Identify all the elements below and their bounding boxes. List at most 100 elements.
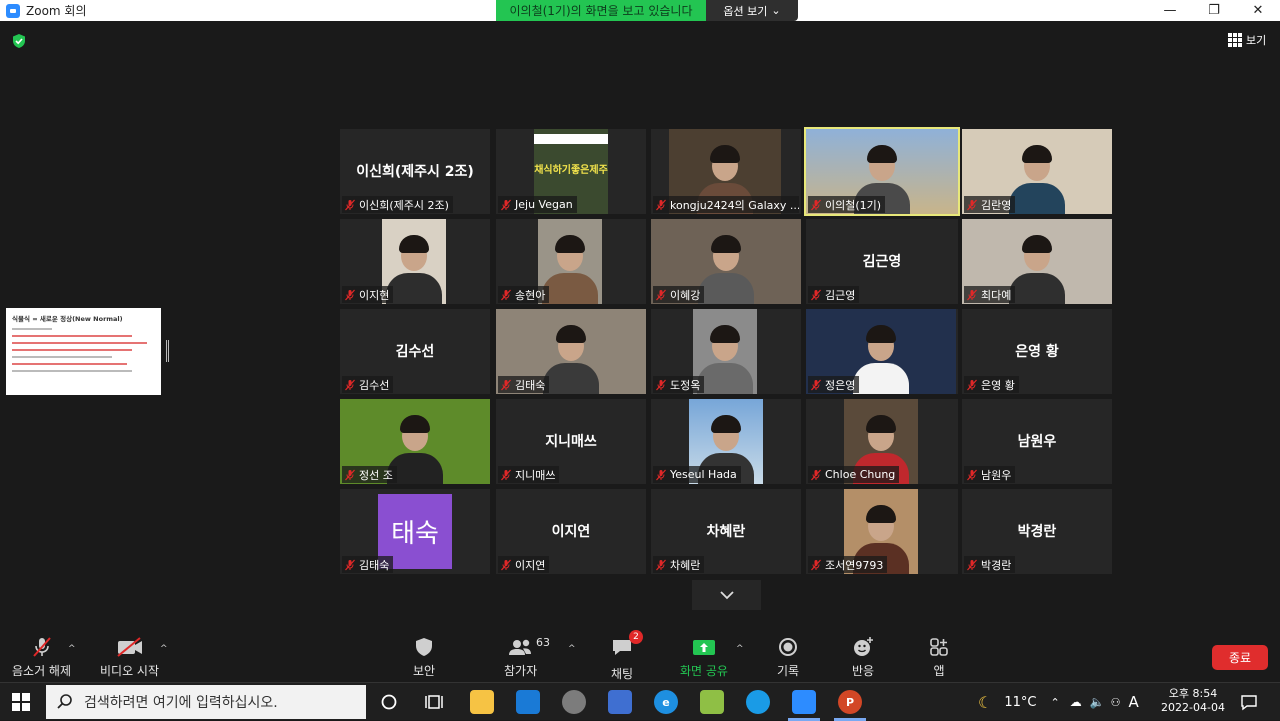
participant-tile[interactable]: 이지현 [340,219,490,304]
unmute-button[interactable]: 음소거 해제 [12,636,71,679]
microphone-muted-icon [967,469,977,480]
powerpoint-icon[interactable]: P [838,690,862,714]
slide-text-line [12,349,132,351]
participant-nametag: 김태숙 [342,556,394,573]
close-button[interactable]: ✕ [1236,0,1280,21]
participant-nametag: 조서연9793 [808,556,888,573]
clock-time: 오후 8:54 [1168,687,1218,700]
microphone-muted-icon [501,289,511,300]
encryption-shield-icon[interactable] [11,33,27,49]
chat-button[interactable]: 2 채팅 [610,630,643,682]
participant-nametag: 정은영 [808,376,860,393]
file-explorer-icon[interactable] [470,690,494,714]
person-hair [867,145,897,163]
view-layout-button[interactable]: 보기 [1228,32,1266,48]
start-video-button[interactable]: 비디오 시작 [100,636,159,679]
participant-tile[interactable]: 김란영 [962,129,1112,214]
zoom-taskbar-icon[interactable] [792,690,816,714]
calculator-icon[interactable] [608,690,632,714]
participant-tile[interactable]: Yeseul Hada [651,399,801,484]
cortana-icon[interactable] [380,693,398,711]
participant-tile[interactable]: 최다예 [962,219,1112,304]
windows-start-icon[interactable] [12,693,30,711]
apps-icon [930,638,948,656]
microphone-muted-icon [345,289,355,300]
network-icon[interactable]: ⚇ [1111,696,1121,709]
search-placeholder: 검색하려면 여기에 입력하십시오. [84,695,278,711]
task-view-icon[interactable] [424,693,444,711]
participant-center-name: 지니매쓰 [545,434,597,450]
person-hair [710,325,740,343]
video-options-caret[interactable]: ^ [160,644,168,654]
participant-tile[interactable]: kongju2424의 Galaxy ... [651,129,801,214]
tray-chevron-icon[interactable]: ⌃ [1050,696,1059,709]
participant-tile[interactable]: 김태숙 [496,309,646,394]
weather-temperature[interactable]: 11°C [1004,695,1036,710]
person-hair [399,235,429,253]
participant-tile[interactable]: 이의철(1기) [804,127,960,216]
store-app-icon[interactable] [516,690,540,714]
participant-tile[interactable]: Chloe Chung [806,399,958,484]
thumbnail-drag-handle[interactable] [166,340,169,362]
share-screen-button[interactable]: 화면 공유 [680,636,728,679]
participant-tile[interactable]: 차혜란 차혜란 [651,489,801,574]
minimize-button[interactable]: — [1148,0,1192,21]
edge-browser-icon[interactable] [746,690,770,714]
participant-tile[interactable]: 남원우 남원우 [962,399,1112,484]
reactions-label: 반응 [851,664,875,678]
participant-tile[interactable]: 조서연9793 [806,489,958,574]
person-body [697,363,753,394]
view-options-button[interactable]: 옵션 보기 ⌄ [706,0,798,21]
apps-button[interactable]: 앱 [928,636,950,679]
security-button[interactable]: 보안 [412,636,436,679]
share-screen-icon [692,640,715,655]
taskbar-search-box[interactable]: 검색하려면 여기에 입력하십시오. [46,685,366,719]
participants-options-caret[interactable]: ^ [568,644,576,654]
end-meeting-button[interactable]: 종료 [1212,645,1268,670]
participant-tile[interactable]: 이신희(제주시 2조) 이신희(제주시 2조) [340,129,490,214]
shared-screen-thumbnail[interactable]: 식물식 = 새로운 정상(New Normal) [6,308,161,395]
participant-tile[interactable]: 정은영 [806,309,958,394]
participant-nametag: 김근영 [808,286,860,303]
share-options-caret[interactable]: ^ [736,644,744,654]
input-method-indicator[interactable]: A [1129,693,1139,711]
notification-center-icon[interactable] [1240,693,1258,711]
participants-icon [508,639,531,655]
participant-tile[interactable]: 채식하기좋은제주 Jeju Vegan [496,129,646,214]
audio-options-caret[interactable]: ^ [68,644,76,654]
person-hair [711,415,741,433]
volume-icon[interactable]: 🔈 [1090,695,1105,709]
restore-button[interactable]: ❐ [1192,0,1236,21]
slide-text-line [12,370,132,372]
snipping-tool-icon[interactable] [562,690,586,714]
reactions-button[interactable]: 반응 [851,636,875,679]
internet-explorer-icon[interactable]: e [654,690,678,714]
record-button[interactable]: 기록 [776,636,800,679]
participant-tile[interactable]: 도정옥 [651,309,801,394]
participant-tile[interactable]: 김수선 김수선 [340,309,490,394]
participant-tile[interactable]: 태숙 김태숙 [340,489,490,574]
participant-tile[interactable]: 지니매쓰 지니매쓰 [496,399,646,484]
sticky-notes-icon[interactable] [700,690,724,714]
share-screen-label: 화면 공유 [680,664,728,678]
participant-tile[interactable]: 송현아 [496,219,646,304]
cloud-icon[interactable]: ☁ [1070,695,1082,709]
participant-name: 김태숙 [359,558,390,572]
moon-weather-icon: ☾ [978,692,993,712]
participant-nametag: 지니매쓰 [498,466,560,483]
gallery-next-page-button[interactable] [692,580,761,610]
participant-tile[interactable]: 이혜강 [651,219,801,304]
participant-nametag: 김란영 [964,196,1016,213]
video-camera-off-icon [116,637,142,657]
participant-tile[interactable]: 김근영 김근영 [806,219,958,304]
microphone-muted-icon [501,379,511,390]
participant-tile[interactable]: 정선 조 [340,399,490,484]
participants-button[interactable]: 참가자 63 [504,636,550,679]
search-icon [57,694,72,709]
participant-tile[interactable]: 이지연 이지연 [496,489,646,574]
microphone-muted-icon [345,559,355,570]
chat-label: 채팅 [610,667,634,681]
participant-tile[interactable]: 은영 황 은영 황 [962,309,1112,394]
taskbar-clock[interactable]: 오후 8:54 2022-04-04 [1160,687,1226,715]
participant-tile[interactable]: 박경란 박경란 [962,489,1112,574]
